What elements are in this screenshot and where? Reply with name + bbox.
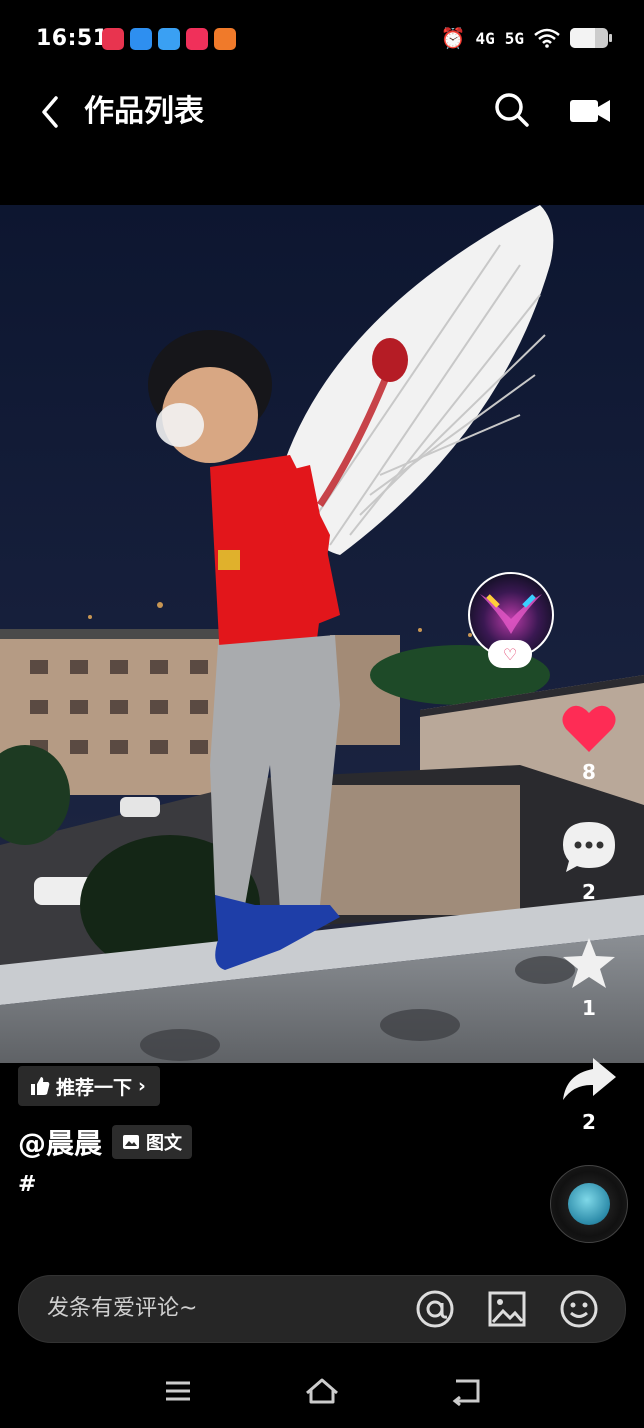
wifi-icon xyxy=(534,28,560,48)
battery-icon xyxy=(570,28,612,48)
status-bar: 16:51 ⏰ 4G 5G xyxy=(0,0,644,80)
comment-count: 2 xyxy=(582,880,596,904)
header: 作品列表 xyxy=(0,80,644,144)
status-time: 16:51 xyxy=(36,26,109,51)
share-arrow-icon[interactable] xyxy=(560,1054,618,1104)
like-action[interactable]: 8 xyxy=(534,702,644,784)
back-arrow-icon[interactable] xyxy=(36,92,66,132)
author-row: @晨晨 图文 xyxy=(18,1122,193,1162)
emoji-icon[interactable] xyxy=(559,1289,599,1329)
recommend-label: 推荐一下 xyxy=(56,1076,133,1099)
back-icon[interactable] xyxy=(446,1371,486,1411)
video-camera-icon[interactable] xyxy=(568,94,612,128)
signal-label-2: 5G xyxy=(504,28,524,48)
app-notification-icon xyxy=(186,28,208,50)
battery-level xyxy=(570,28,595,48)
comment-action[interactable]: 2 xyxy=(534,820,644,904)
favorite-action[interactable]: 1 xyxy=(534,936,644,1020)
thumbs-up-icon xyxy=(31,1077,50,1095)
home-icon[interactable] xyxy=(302,1371,342,1411)
menu-icon[interactable] xyxy=(158,1371,198,1411)
star-icon[interactable] xyxy=(560,936,618,990)
comment-bubble-icon[interactable] xyxy=(560,820,618,874)
favorite-count: 1 xyxy=(582,996,596,1020)
chevron-right-icon: › xyxy=(138,1075,146,1097)
heart-icon[interactable] xyxy=(560,702,618,754)
like-count: 8 xyxy=(582,760,596,784)
app-notification-icon xyxy=(214,28,236,50)
image-picker-icon[interactable] xyxy=(487,1289,527,1329)
recommend-button[interactable]: 推荐一下 › xyxy=(18,1066,160,1106)
image-icon xyxy=(123,1135,140,1149)
comment-bar: 发条有爱评论~ xyxy=(18,1275,626,1343)
music-disc[interactable] xyxy=(550,1165,628,1243)
hashtag[interactable]: # xyxy=(18,1172,36,1197)
comment-input[interactable]: 发条有爱评论~ xyxy=(47,1276,197,1342)
system-nav-bar xyxy=(0,1355,644,1428)
app-notification-icon xyxy=(158,28,180,50)
status-app-icons xyxy=(102,28,236,50)
alarm-icon: ⏰ xyxy=(440,26,466,50)
image-text-label: 图文 xyxy=(146,1133,183,1154)
signal-label-1: 4G xyxy=(475,28,495,48)
music-cover-icon xyxy=(568,1183,610,1225)
share-count: 2 xyxy=(582,1110,596,1134)
author-name[interactable]: @晨晨 xyxy=(18,1122,102,1162)
page-title: 作品列表 xyxy=(84,94,204,129)
mention-at-icon[interactable] xyxy=(415,1289,455,1329)
image-text-tag: 图文 xyxy=(112,1125,193,1159)
search-icon[interactable] xyxy=(492,90,532,130)
app-notification-icon xyxy=(130,28,152,50)
follow-badge-icon[interactable]: ♡ xyxy=(488,640,532,668)
status-indicators: ⏰ 4G 5G xyxy=(440,26,612,50)
share-action[interactable]: 2 xyxy=(534,1054,644,1134)
app-notification-icon xyxy=(102,28,124,50)
author-avatar-wrap[interactable]: ♡ xyxy=(468,572,554,668)
